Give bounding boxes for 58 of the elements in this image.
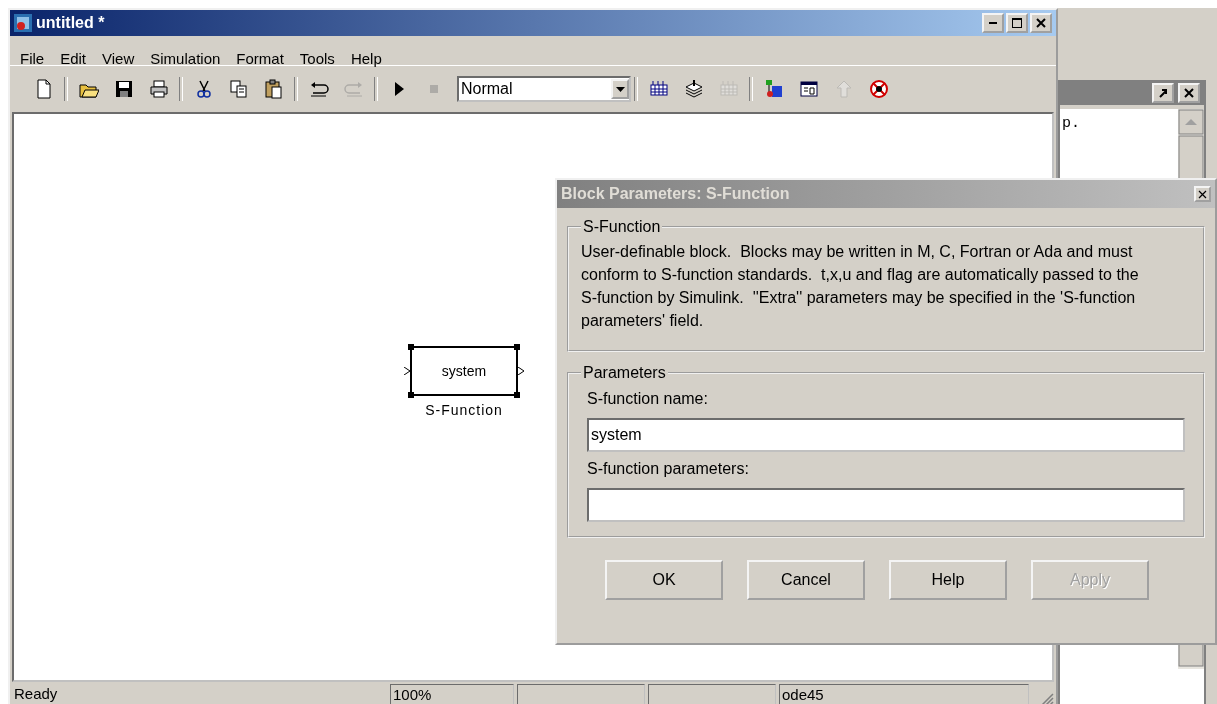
dialog-button[interactable]: OK xyxy=(605,560,723,600)
close-button[interactable] xyxy=(1194,186,1211,202)
field-label: S-function name: xyxy=(587,390,709,408)
undo-icon xyxy=(308,79,329,99)
menu-item[interactable]: File xyxy=(12,50,53,65)
input-field[interactable]: system xyxy=(587,418,1185,452)
description-text: User-definable block. Blocks may be written in M, C, Fortran or Ada and must conform to S-function standards. t,x,u and flag are automatically passed to the S-function by Simulink. ''Extra'' parameters may be specified in the 'S-function parameters' field. xyxy=(581,242,1140,331)
block[interactable]: system xyxy=(410,346,518,396)
minimize-icon xyxy=(989,22,997,24)
selection-handle[interactable] xyxy=(514,344,520,350)
dropdown-arrow-icon xyxy=(615,86,625,92)
menu-item[interactable]: Tools xyxy=(291,50,343,65)
copy-icon xyxy=(228,79,249,99)
redo-icon xyxy=(343,79,364,99)
menu-item[interactable]: Simulation xyxy=(142,50,229,65)
target-icon xyxy=(868,79,889,99)
app-icon xyxy=(14,14,32,32)
console-text: p. xyxy=(1061,114,1081,132)
close-icon xyxy=(1198,189,1207,199)
output-port-icon xyxy=(518,367,524,375)
selection-handle[interactable] xyxy=(408,344,414,350)
grid-icon xyxy=(648,79,669,99)
resize-grip-icon[interactable] xyxy=(1040,692,1054,704)
simulation-mode-dropdown[interactable]: Normal xyxy=(457,76,631,102)
clipboard-icon xyxy=(263,79,284,99)
maximize-icon xyxy=(1012,18,1022,28)
zoom-level: 100% xyxy=(390,684,514,704)
menu-item[interactable]: View xyxy=(94,50,143,65)
selection-handle[interactable] xyxy=(408,392,414,398)
hierarchy-icon xyxy=(763,79,784,99)
close-button[interactable] xyxy=(1030,13,1052,33)
stack-icon xyxy=(683,79,704,99)
maximize-button[interactable] xyxy=(1006,13,1028,33)
group-title: Parameters xyxy=(582,364,667,382)
selection-handle[interactable] xyxy=(514,392,520,398)
undock-button[interactable] xyxy=(1152,82,1174,103)
menu-item[interactable]: Format xyxy=(228,50,292,65)
window-title: untitled * xyxy=(36,14,106,32)
close-icon xyxy=(1184,87,1194,98)
close-button[interactable] xyxy=(1178,82,1200,103)
close-icon xyxy=(1036,18,1046,28)
input-field[interactable] xyxy=(587,488,1185,522)
field-label: S-function parameters: xyxy=(587,460,750,478)
arrow-icon xyxy=(1158,87,1168,98)
minimize-button[interactable] xyxy=(982,13,1004,33)
status-text: Ready xyxy=(13,684,59,704)
solver-name: ode45 xyxy=(779,684,1029,704)
window-icon xyxy=(798,79,819,99)
dialog-title: Block Parameters: S-Function xyxy=(561,185,790,203)
menu-item[interactable]: Edit xyxy=(52,50,95,65)
dialog-button[interactable]: Cancel xyxy=(747,560,865,600)
grid-icon xyxy=(718,79,739,99)
group-title: S-Function xyxy=(582,218,662,236)
dialog-button[interactable]: Help xyxy=(889,560,1007,600)
menu-item[interactable]: Help xyxy=(342,50,390,65)
printer-icon xyxy=(148,79,169,99)
input-port-icon xyxy=(404,367,410,375)
block-name: S-Function xyxy=(425,402,503,418)
